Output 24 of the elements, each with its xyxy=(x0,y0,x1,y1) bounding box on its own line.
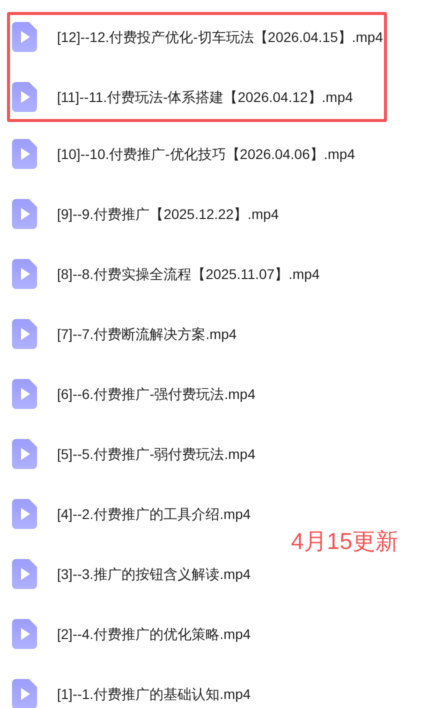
file-name[interactable]: [7]--7.付费断流解决方案.mp4 xyxy=(57,324,237,344)
video-file-icon xyxy=(12,379,37,409)
video-file-icon xyxy=(12,199,37,229)
video-file-icon xyxy=(12,82,37,112)
video-file-icon xyxy=(12,319,37,349)
video-file-icon xyxy=(12,259,37,289)
video-file-icon xyxy=(12,22,37,52)
file-name[interactable]: [6]--6.付费推广-强付费玩法.mp4 xyxy=(57,384,256,404)
file-name[interactable]: [11]--11.付费玩法-体系搭建【2026.04.12】.mp4 xyxy=(57,86,353,108)
file-name[interactable]: [8]--8.付费实操全流程【2025.11.07】.mp4 xyxy=(57,264,320,284)
file-name[interactable]: [1]--1.付费推广的基础认知.mp4 xyxy=(57,684,251,704)
file-name[interactable]: [9]--9.付费推广【2025.12.22】.mp4 xyxy=(57,204,279,224)
file-name[interactable]: [2]--4.付费推广的优化策略.mp4 xyxy=(57,624,251,644)
video-file-icon xyxy=(12,439,37,469)
file-name[interactable]: [5]--5.付费推广-弱付费玩法.mp4 xyxy=(57,444,256,464)
video-file-icon xyxy=(12,619,37,649)
file-name[interactable]: [4]--2.付费推广的工具介绍.mp4 xyxy=(57,504,251,524)
file-name[interactable]: [10]--10.付费推广-优化技巧【2026.04.06】.mp4 xyxy=(57,144,355,164)
video-file-icon xyxy=(12,499,37,529)
video-file-icon xyxy=(12,139,37,169)
file-name[interactable]: [12]--12.付费投产优化-切车玩法【2026.04.15】.mp4 xyxy=(57,26,383,48)
update-note: 4月15更新 xyxy=(291,527,398,556)
file-name[interactable]: [3]--3.推广的按钮含义解读.mp4 xyxy=(57,564,251,584)
video-file-icon xyxy=(12,559,37,589)
